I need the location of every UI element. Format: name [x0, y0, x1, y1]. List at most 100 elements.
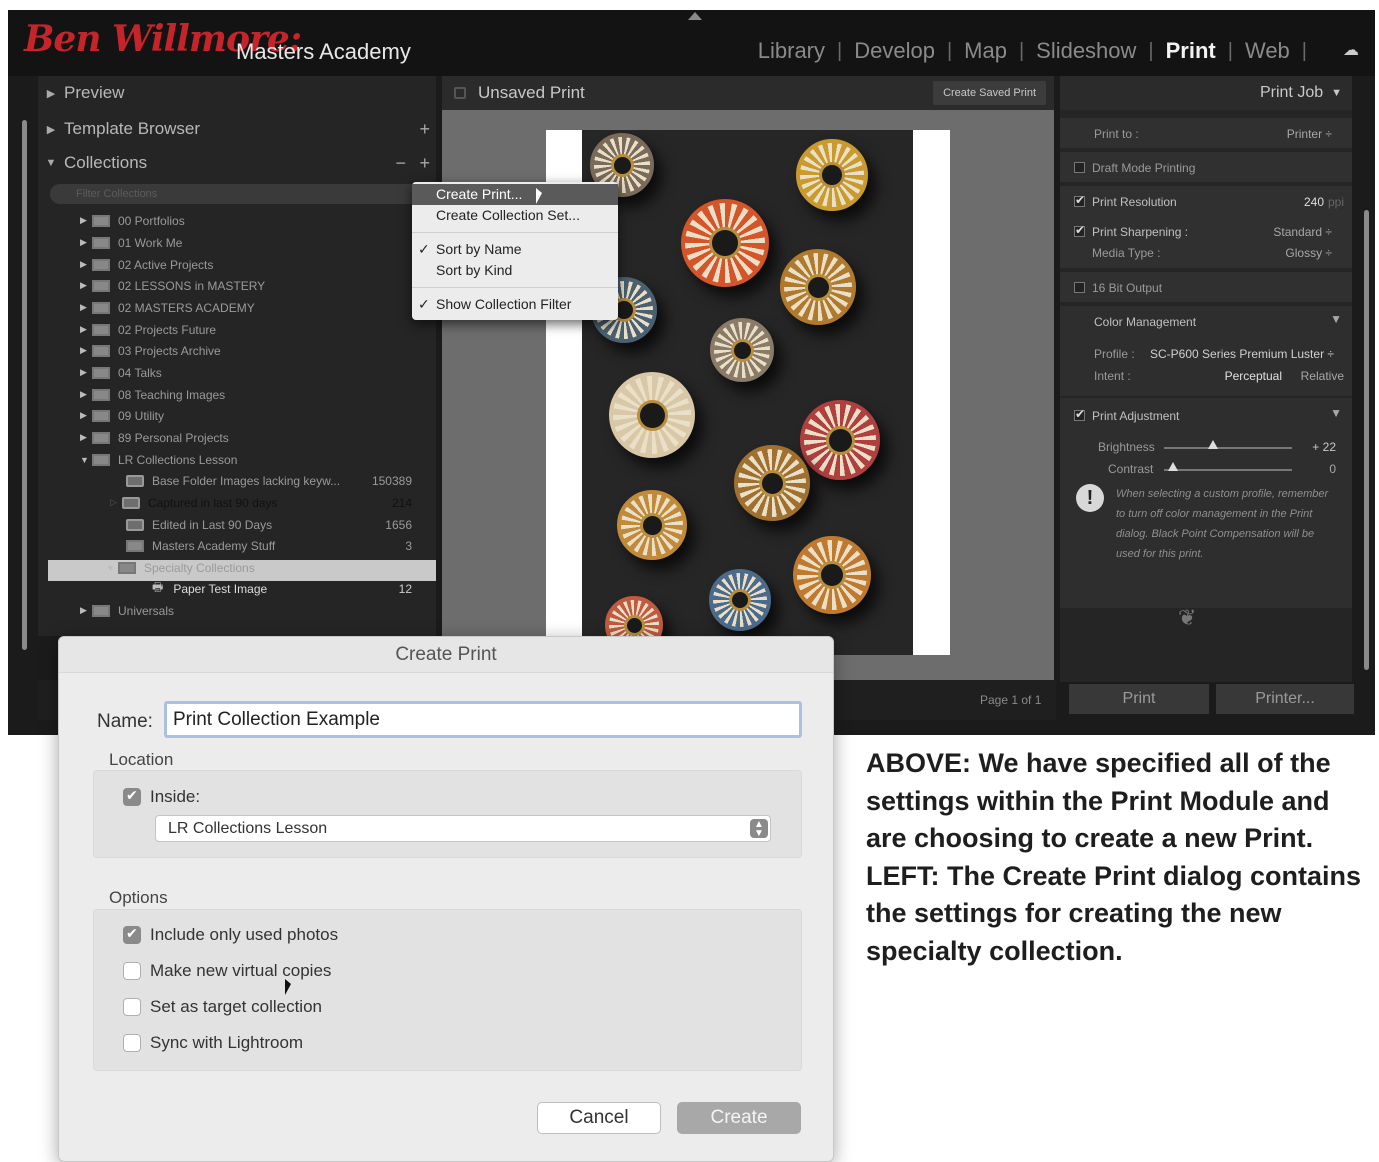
print-resolution-row[interactable]: Print Resolution 240 ppi	[1060, 186, 1352, 216]
wheel-decoration	[800, 400, 880, 480]
collection-item[interactable]: ▶ 02 Projects Future	[80, 319, 216, 340]
print-adjustment-checkbox[interactable]	[1074, 407, 1085, 421]
add-collection-icon[interactable]: +	[419, 153, 430, 174]
inside-select-value: LR Collections Lesson	[168, 820, 328, 837]
right-scrollbar[interactable]	[1364, 210, 1369, 670]
sync-lightroom-checkbox[interactable]	[123, 1034, 141, 1052]
bit-output-row[interactable]: 16 Bit Output	[1060, 272, 1352, 302]
brightness-label: Brightness	[1098, 440, 1155, 454]
collection-item[interactable]: ▶ Universals	[80, 600, 174, 621]
menu-create-collection-set[interactable]: Create Collection Set...	[412, 205, 618, 226]
color-management-label: Color Management	[1094, 315, 1197, 329]
collection-item[interactable]: ▶ 08 Teaching Images	[80, 384, 225, 405]
target-collection-option[interactable]: Set as target collection	[123, 997, 322, 1017]
name-input[interactable]	[164, 701, 802, 738]
collection-item[interactable]: ▶ 03 Projects Archive	[80, 340, 221, 361]
module-slideshow[interactable]: Slideshow	[1036, 38, 1136, 64]
collection-item[interactable]: ▶ 00 Portfolios	[80, 210, 185, 231]
create-button[interactable]: Create	[677, 1102, 801, 1134]
draft-mode-checkbox[interactable]	[1074, 162, 1085, 173]
top-bar: Ben Willmore: Masters Academy Library | D…	[8, 10, 1375, 76]
smart-collection-item[interactable]: Base Folder Images lacking keyw... 150389	[126, 470, 412, 491]
template-browser-header[interactable]: ▶ Template Browser +	[38, 114, 436, 144]
smart-collection-item-selected[interactable]: ▷ Captured in last 90 days 214	[110, 492, 412, 513]
wheel-decoration	[609, 372, 695, 458]
print-photo	[582, 130, 913, 655]
collection-item[interactable]: ▶ 02 MASTERS ACADEMY	[80, 297, 255, 318]
module-library[interactable]: Library	[758, 38, 825, 64]
menu-show-collection-filter[interactable]: ✓ Show Collection Filter	[412, 294, 618, 315]
remove-collection-icon[interactable]: −	[395, 153, 406, 174]
include-used-photos-option[interactable]: Include only used photos	[123, 925, 338, 945]
inside-select[interactable]: LR Collections Lesson ▲ ▼	[155, 815, 771, 842]
print-resolution-checkbox[interactable]	[1074, 193, 1085, 207]
preview-panel-header[interactable]: ▶ Preview	[38, 78, 436, 108]
cloud-sync-icon[interactable]: ☁	[1343, 40, 1365, 59]
collection-filter-input[interactable]: Filter Collections	[50, 184, 430, 204]
collection-item[interactable]: ▶ 01 Work Me	[80, 232, 182, 253]
sync-lightroom-option[interactable]: Sync with Lightroom	[123, 1033, 303, 1053]
module-develop[interactable]: Develop	[854, 38, 935, 64]
page-indicator: Page 1 of 1	[980, 693, 1042, 707]
sharpening-value[interactable]: Standard ÷	[1273, 225, 1332, 239]
profile-value[interactable]: SC-P600 Series Premium Luster ÷	[1150, 347, 1334, 361]
inside-option[interactable]: Inside:	[123, 787, 200, 807]
contrast-slider-track[interactable]	[1164, 469, 1292, 471]
collection-item[interactable]: ▶ 02 Active Projects	[80, 254, 213, 275]
menu-create-print[interactable]: Create Print...	[412, 184, 618, 205]
draft-mode-row[interactable]: Draft Mode Printing	[1060, 152, 1352, 182]
module-web[interactable]: Web	[1245, 38, 1290, 64]
add-template-icon[interactable]: +	[419, 119, 430, 140]
print-collection-item[interactable]: 🖶 Paper Test Image 12	[152, 578, 412, 599]
print-resolution-value[interactable]: 240	[1304, 195, 1324, 209]
module-print[interactable]: Print	[1166, 38, 1216, 64]
create-saved-print-button[interactable]: Create Saved Print	[933, 81, 1046, 105]
module-map[interactable]: Map	[964, 38, 1007, 64]
smart-collection-item[interactable]: Edited in Last 90 Days 1656	[126, 514, 412, 535]
create-print-dialog: Create Print Name: Location Inside: LR C…	[58, 636, 834, 1162]
bit-output-checkbox[interactable]	[1074, 282, 1085, 293]
intent-relative-option[interactable]: Relative	[1301, 369, 1344, 383]
bit-output-label: 16 Bit Output	[1092, 281, 1163, 295]
menu-sort-by-kind[interactable]: Sort by Kind	[412, 260, 618, 281]
virtual-copies-option[interactable]: Make new virtual copies	[123, 961, 331, 981]
media-type-value[interactable]: Glossy ÷	[1285, 246, 1332, 260]
print-to-row[interactable]: Print to : Printer ÷	[1060, 118, 1352, 148]
intent-perceptual-option[interactable]: Perceptual	[1225, 369, 1282, 383]
name-label: Name:	[97, 711, 153, 732]
cancel-button[interactable]: Cancel	[537, 1102, 661, 1134]
collection-item[interactable]: ▶ 09 Utility	[80, 405, 164, 426]
menu-sort-by-name[interactable]: ✓ Sort by Name	[412, 239, 618, 260]
contrast-slider-knob[interactable]	[1168, 462, 1178, 471]
collapse-top-arrow-icon[interactable]	[688, 12, 702, 20]
include-used-photos-checkbox[interactable]	[123, 925, 141, 944]
contrast-label: Contrast	[1108, 462, 1154, 476]
print-adjustment-label: Print Adjustment	[1092, 409, 1180, 423]
print-sharpening-checkbox[interactable]	[1074, 223, 1085, 237]
module-separator: |	[946, 39, 953, 62]
collapse-triangle-icon[interactable]: ▼	[1330, 312, 1342, 326]
collection-item[interactable]: ▶ 89 Personal Projects	[80, 427, 229, 448]
printer-button[interactable]: Printer...	[1216, 684, 1354, 714]
target-collection-checkbox[interactable]	[123, 998, 141, 1016]
brightness-slider-knob[interactable]	[1208, 440, 1218, 449]
brightness-slider-track[interactable]	[1164, 447, 1292, 449]
print-job-header[interactable]: Print Job ▼	[1060, 76, 1352, 110]
collections-header[interactable]: ▼ Collections − +	[38, 148, 436, 178]
collection-set-item[interactable]: ▼ Specialty Collections	[106, 557, 255, 578]
collapse-triangle-icon[interactable]: ▼	[1330, 406, 1342, 420]
collection-item[interactable]: Masters Academy Stuff 3	[126, 535, 412, 556]
print-button[interactable]: Print	[1069, 684, 1209, 714]
collection-item[interactable]: ▼ LR Collections Lesson	[80, 449, 237, 470]
print-to-value[interactable]: Printer ÷	[1287, 127, 1332, 141]
collection-item[interactable]: ▶ 02 LESSONS in MASTERY	[80, 275, 265, 296]
virtual-copies-checkbox[interactable]	[123, 962, 141, 980]
print-sharpening-row[interactable]: Print Sharpening : Standard ÷ Media Type…	[1060, 216, 1352, 268]
print-header: Unsaved Print Create Saved Print	[442, 76, 1054, 110]
collection-item[interactable]: ▶ 04 Talks	[80, 362, 162, 383]
left-scrollbar[interactable]	[22, 120, 27, 650]
inside-checkbox[interactable]	[123, 787, 141, 806]
color-management-warning: When selecting a custom profile, remembe…	[1116, 488, 1329, 560]
mouse-pointer-icon	[285, 979, 291, 995]
wheel-decoration	[709, 569, 771, 631]
